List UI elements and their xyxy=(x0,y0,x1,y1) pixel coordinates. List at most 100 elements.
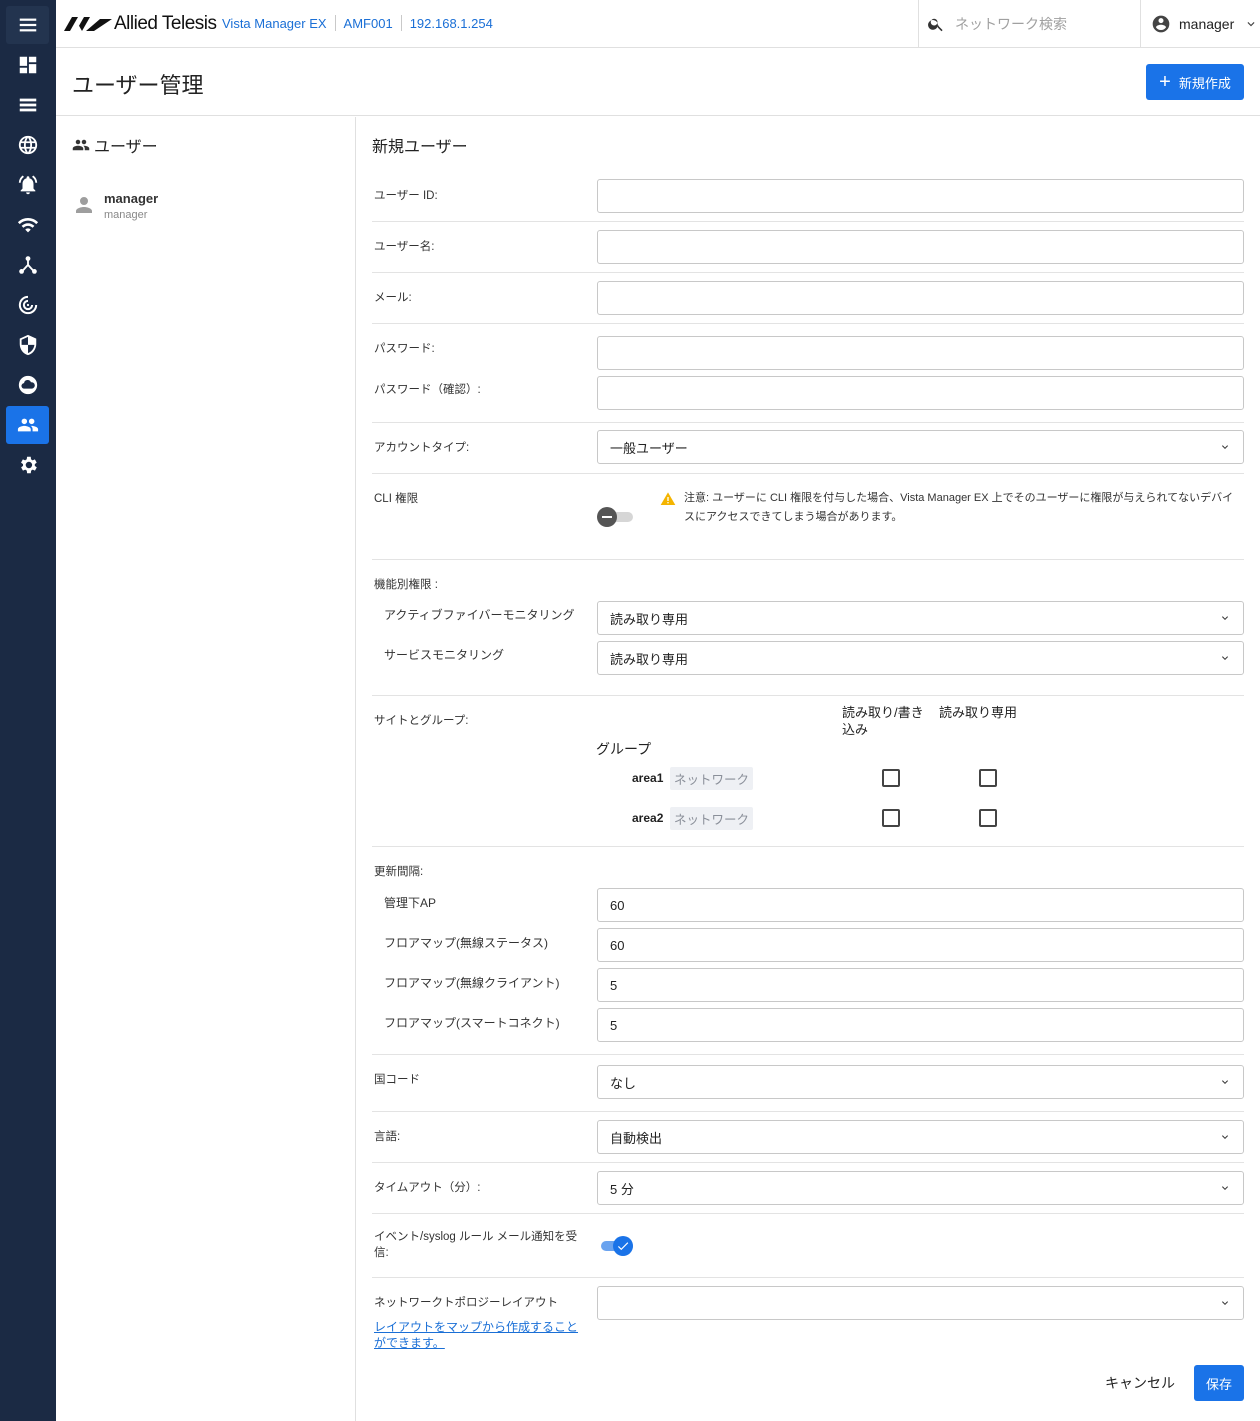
breadcrumb-area[interactable]: AMF001 xyxy=(344,16,393,31)
search-icon xyxy=(928,18,943,31)
divider xyxy=(372,1162,1244,1163)
alarm-icon[interactable] xyxy=(6,166,49,204)
divider xyxy=(372,846,1244,847)
chevron-down-icon xyxy=(1222,445,1228,449)
person-icon xyxy=(76,197,92,213)
cli-permission-toggle[interactable] xyxy=(597,507,635,527)
language-value: 自動検出 xyxy=(610,1130,663,1146)
account-circle-icon xyxy=(1152,15,1170,32)
password-input[interactable] xyxy=(597,336,1244,370)
divider xyxy=(372,323,1244,324)
divider xyxy=(372,695,1244,696)
form-title: 新規ユーザー xyxy=(372,139,468,156)
search-input[interactable] xyxy=(955,15,1125,32)
check-icon xyxy=(617,1242,629,1251)
allied-telesis-logo-icon xyxy=(64,17,112,31)
breadcrumb-product[interactable]: Vista Manager EX xyxy=(222,16,327,31)
fiber-monitoring-label: アクティブファイバーモニタリング xyxy=(384,608,575,622)
warning-icon xyxy=(660,492,676,505)
divider xyxy=(372,272,1244,273)
account-type-label: アカウントタイプ: xyxy=(374,442,470,454)
chevron-down-icon xyxy=(1222,1301,1228,1305)
page-title: ユーザー管理 xyxy=(72,73,204,98)
user-name-input[interactable] xyxy=(597,230,1244,264)
user-id-label: ユーザー ID: xyxy=(374,190,438,202)
cloud-icon[interactable] xyxy=(6,366,49,404)
cli-warning: 注意: ユーザーに CLI 権限を付与した場合、Vista Manager EX… xyxy=(660,489,1240,527)
radar-icon[interactable] xyxy=(6,286,49,324)
language-select[interactable]: 自動検出 xyxy=(597,1120,1244,1154)
password-label: パスワード: xyxy=(374,343,435,355)
account-type-select[interactable]: 一般ユーザー xyxy=(597,430,1244,464)
list-icon[interactable] xyxy=(6,86,49,124)
cancel-button[interactable]: キャンセル xyxy=(1098,1365,1182,1401)
timeout-value: 5 分 xyxy=(610,1181,634,1197)
side-nav-rail xyxy=(0,0,56,1421)
column-read-write: 読み取り/書き込み xyxy=(842,705,924,737)
refresh-ap-input[interactable]: 60 xyxy=(597,888,1244,922)
page-header: ユーザー管理 + 新規作成 xyxy=(56,48,1260,116)
topology-layout-select[interactable] xyxy=(597,1286,1244,1320)
save-button[interactable]: 保存 xyxy=(1194,1365,1244,1401)
refresh-client-label: フロアマップ(無線クライアント) xyxy=(384,976,560,990)
user-menu-name: manager xyxy=(1179,15,1235,32)
create-layout-link[interactable]: レイアウトをマップから作成することができます。 xyxy=(374,1319,579,1351)
language-label: 言語: xyxy=(374,1131,401,1143)
column-read-only: 読み取り専用 xyxy=(939,705,1018,720)
new-user-button[interactable]: + 新規作成 xyxy=(1146,64,1244,100)
country-code-select[interactable]: なし xyxy=(597,1065,1244,1099)
password-confirm-input[interactable] xyxy=(597,376,1244,410)
chevron-down-icon xyxy=(1247,21,1255,26)
timeout-label: タイムアウト（分）: xyxy=(374,1182,481,1194)
divider xyxy=(372,1111,1244,1112)
refresh-status-input[interactable]: 60 xyxy=(597,928,1244,962)
country-code-value: なし xyxy=(610,1075,637,1091)
refresh-interval-label: 更新間隔: xyxy=(374,866,424,878)
settings-icon[interactable] xyxy=(6,446,49,484)
wifi-icon[interactable] xyxy=(6,206,49,244)
divider xyxy=(372,1213,1244,1214)
group-heading: グループ xyxy=(596,741,652,757)
timeout-select[interactable]: 5 分 xyxy=(597,1171,1244,1205)
new-user-button-label: 新規作成 xyxy=(1178,75,1231,91)
user-id-input[interactable] xyxy=(597,179,1244,213)
area2-read-write-checkbox[interactable] xyxy=(882,809,900,827)
brand-logo[interactable]: Allied Telesis xyxy=(64,13,217,35)
area2-read-only-checkbox[interactable] xyxy=(979,809,997,827)
toggle-knob xyxy=(597,507,617,527)
chevron-down-icon xyxy=(1222,616,1228,620)
refresh-ap-label: 管理下AP xyxy=(384,896,437,910)
event-notify-toggle[interactable] xyxy=(597,1236,635,1256)
users-panel: ユーザー manager manager xyxy=(56,117,356,1421)
refresh-status-label: フロアマップ(無線ステータス) xyxy=(384,936,548,950)
dashboard-icon[interactable] xyxy=(6,46,49,84)
cli-warning-text: 注意: ユーザーに CLI 権限を付与した場合、Vista Manager EX… xyxy=(684,492,1234,523)
user-list-item[interactable]: manager manager xyxy=(72,191,342,227)
users-panel-title: ユーザー xyxy=(72,133,158,157)
globe-icon[interactable] xyxy=(6,126,49,164)
shield-icon[interactable] xyxy=(6,326,49,364)
breadcrumb-divider xyxy=(334,15,336,31)
plus-icon: + xyxy=(1159,71,1171,93)
topology-icon[interactable] xyxy=(6,246,49,284)
area1-read-only-checkbox[interactable] xyxy=(979,769,997,787)
service-monitoring-select[interactable]: 読み取り専用 xyxy=(597,641,1244,675)
email-input[interactable] xyxy=(597,281,1244,315)
area1-read-write-checkbox[interactable] xyxy=(882,769,900,787)
chevron-down-icon xyxy=(1222,1135,1228,1139)
refresh-client-input[interactable]: 5 xyxy=(597,968,1244,1002)
top-bar: Allied Telesis Vista Manager EX AMF001 1… xyxy=(56,0,1260,48)
breadcrumb-ip[interactable]: 192.168.1.254 xyxy=(410,16,493,31)
refresh-smart-input[interactable]: 5 xyxy=(597,1008,1244,1042)
user-menu[interactable]: manager xyxy=(1140,0,1260,47)
menu-icon[interactable] xyxy=(6,6,49,44)
service-monitoring-label: サービスモニタリング xyxy=(384,648,505,662)
users-icon[interactable] xyxy=(6,406,49,444)
fiber-monitoring-select[interactable]: 読み取り専用 xyxy=(597,601,1244,635)
divider xyxy=(372,1054,1244,1055)
service-monitoring-value: 読み取り専用 xyxy=(610,651,689,667)
group-area1-name: area1 xyxy=(632,771,664,785)
country-code-label: 国コード xyxy=(374,1074,420,1086)
fiber-monitoring-value: 読み取り専用 xyxy=(610,611,689,627)
email-label: メール: xyxy=(374,292,412,304)
